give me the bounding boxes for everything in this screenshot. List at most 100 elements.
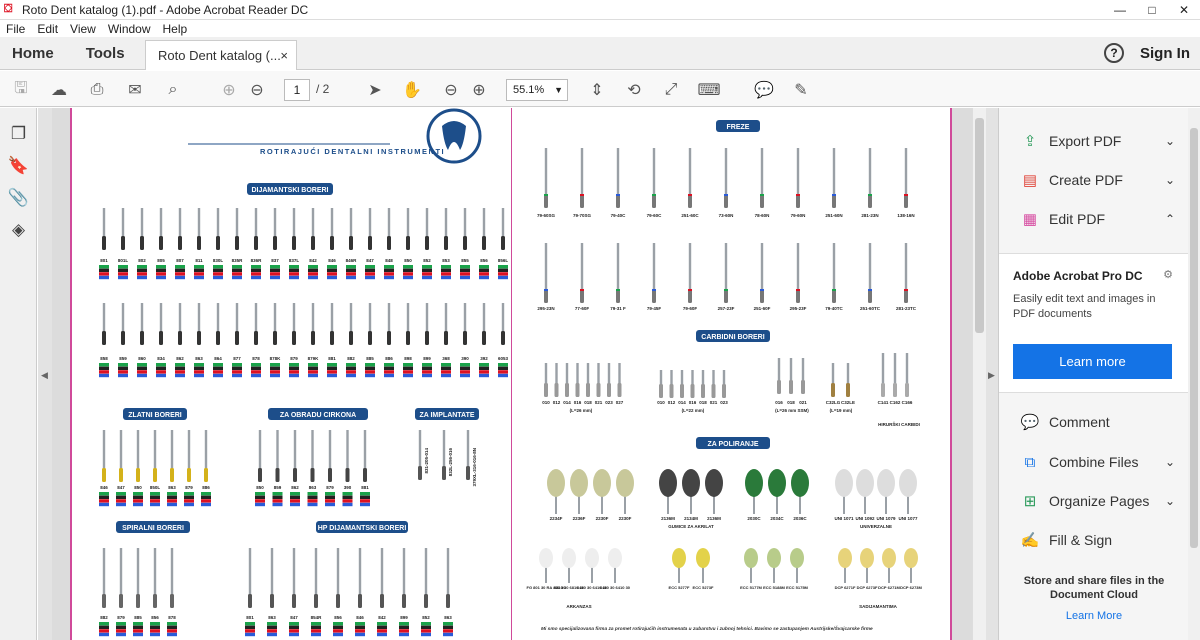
menu-help[interactable]: Help — [163, 22, 188, 36]
color-code-block — [184, 495, 194, 499]
tools-pane-scrollbar[interactable] — [1188, 108, 1200, 640]
page-number-input[interactable]: 1 — [284, 79, 310, 101]
bur-head — [292, 594, 296, 608]
create-pdf-item[interactable]: ▤ Create PDF ⌄ — [1019, 169, 1179, 191]
color-code-block — [116, 632, 126, 637]
color-code-block — [213, 366, 223, 370]
close-button[interactable]: ✕ — [1168, 0, 1200, 20]
color-code-block — [99, 622, 109, 626]
bur-head — [425, 236, 429, 250]
select-tool-icon[interactable]: ➤ — [364, 79, 386, 101]
color-code-block — [175, 370, 185, 374]
acrobat-icon: ⛋ — [4, 2, 13, 15]
menu-view[interactable]: View — [70, 22, 96, 36]
instrument-label: 018 — [699, 400, 707, 405]
polisher-head — [835, 469, 853, 497]
maximize-button[interactable]: □ — [1136, 0, 1168, 20]
fill-sign-item[interactable]: ✍ Fill & Sign — [1019, 529, 1179, 551]
tab-home[interactable]: Home — [12, 45, 54, 62]
comment-tool-icon[interactable]: 💬 — [753, 79, 775, 101]
highlight-tool-icon[interactable]: ✎ — [790, 79, 812, 101]
polisher-head — [791, 469, 809, 497]
scroll-thumb[interactable] — [975, 118, 984, 333]
keyboard-icon[interactable]: ⌨ — [697, 79, 720, 101]
tab-tools[interactable]: Tools — [86, 45, 125, 62]
settings-icon[interactable]: ⚙ — [1163, 268, 1173, 281]
color-code-block — [346, 363, 356, 367]
instrument-label: C32LE — [841, 400, 855, 405]
learn-more-link[interactable]: Learn More — [999, 610, 1189, 622]
color-code-block — [289, 268, 299, 272]
color-code-block — [479, 272, 489, 276]
color-code-block — [311, 632, 321, 637]
bookmarks-icon[interactable]: 🔖 — [0, 150, 37, 182]
color-code-block — [384, 268, 394, 272]
learn-more-button[interactable]: Learn more — [1013, 344, 1172, 379]
color-code-block — [384, 373, 394, 378]
comment-item[interactable]: 💬 Comment — [1019, 411, 1179, 433]
color-code-block — [156, 268, 166, 272]
color-code-block — [99, 625, 109, 629]
bur-head — [311, 236, 315, 250]
bur-head — [690, 384, 695, 398]
next-page-icon[interactable]: ⊖ — [246, 79, 268, 101]
zoom-select[interactable]: 55.1% ▼ — [506, 79, 568, 101]
bur-head — [406, 236, 410, 250]
tab-document[interactable]: Roto Dent katalog (... × — [145, 40, 297, 70]
instrument-label: 856 — [334, 615, 342, 620]
left-pane-toggle[interactable]: ◀ — [38, 108, 52, 640]
tools-scroll-thumb[interactable] — [1190, 128, 1198, 548]
color-code-block — [245, 625, 255, 629]
attachments-icon[interactable]: 📎 — [0, 182, 37, 214]
close-tab-icon[interactable]: × — [280, 48, 288, 63]
layers-icon[interactable]: ◈ — [0, 214, 37, 246]
color-code-block — [422, 363, 432, 367]
footer-text: Mi smo specijalizovana firma za promet r… — [541, 624, 873, 632]
instrument-label: 858 — [100, 356, 108, 361]
email-icon[interactable]: ✉ — [124, 79, 146, 101]
right-pane-toggle[interactable]: ▶ — [986, 108, 998, 640]
color-code-block — [399, 629, 409, 633]
search-icon[interactable]: ⌕ — [162, 79, 184, 101]
fit-page-icon[interactable]: ⇕ — [586, 79, 608, 101]
help-icon[interactable]: ? — [1104, 43, 1124, 63]
bur-head — [669, 384, 674, 398]
menu-edit[interactable]: Edit — [37, 22, 58, 36]
instrument-label: 021 — [799, 400, 807, 405]
bur-head — [314, 594, 318, 608]
menu-window[interactable]: Window — [108, 22, 151, 36]
previous-page-icon[interactable]: ⊕ — [218, 79, 240, 101]
color-code-block — [327, 366, 337, 370]
instrument-label: 392 — [480, 356, 488, 361]
organize-pages-item[interactable]: ⊞ Organize Pages ⌄ — [1019, 490, 1179, 512]
section-poliranje: ZA POLIRANJE — [707, 441, 758, 448]
hand-tool-icon[interactable]: ✋ — [401, 79, 423, 101]
full-screen-icon[interactable]: ⤢ — [660, 79, 682, 101]
menu-file[interactable]: File — [6, 22, 25, 36]
bur-head — [119, 594, 123, 608]
document-scrollbar[interactable] — [972, 108, 986, 640]
bur-head — [292, 331, 296, 345]
sign-in-button[interactable]: Sign In — [1140, 45, 1190, 62]
instrument-label: C32LG — [826, 400, 841, 405]
color-code-block — [270, 268, 280, 272]
color-code-block — [421, 625, 431, 629]
instrument-label: 014 — [678, 400, 686, 405]
print-icon[interactable]: ⎙ — [86, 79, 108, 101]
minimize-button[interactable]: — — [1104, 0, 1136, 20]
cloud-upload-icon[interactable]: ☁ — [48, 79, 70, 101]
color-code-block — [384, 366, 394, 370]
bur-head — [580, 194, 584, 208]
zoom-out-icon[interactable]: ⊖ — [440, 79, 462, 101]
export-pdf-item[interactable]: ⇪ Export PDF ⌄ — [1019, 130, 1179, 152]
edit-pdf-item[interactable]: ▦ Edit PDF ⌃ — [1019, 208, 1179, 230]
instrument-label: 879 — [290, 356, 298, 361]
document-canvas[interactable]: ROTIRAJUĆI DENTALNI INSTRUMENTI DIJAMANTS… — [52, 108, 972, 640]
save-icon[interactable]: 🖫 — [10, 79, 32, 101]
zoom-in-icon[interactable]: ⊕ — [468, 79, 490, 101]
combine-files-item[interactable]: ⧉ Combine Files ⌄ — [1019, 451, 1179, 473]
rotate-icon[interactable]: ⟲ — [623, 79, 645, 101]
freze-ring — [580, 289, 584, 291]
page-thumbnails-icon[interactable]: ❐ — [0, 118, 37, 150]
bur-head — [544, 383, 548, 397]
